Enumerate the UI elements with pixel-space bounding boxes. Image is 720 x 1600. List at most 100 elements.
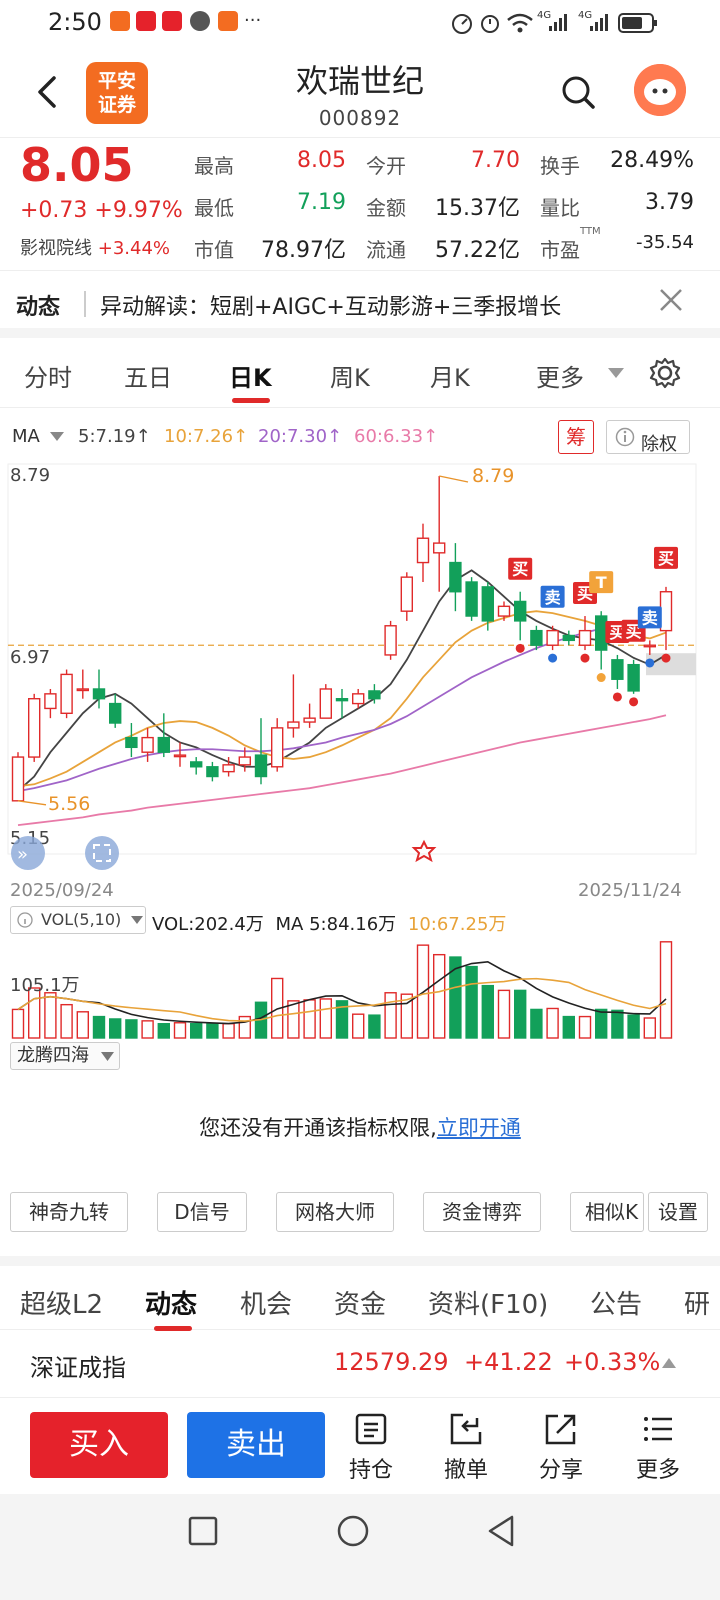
tool-capital-game[interactable]: 资金博弈 bbox=[423, 1192, 541, 1232]
tab-intraday[interactable]: 分时 bbox=[24, 358, 72, 393]
ma5-line bbox=[17, 569, 667, 792]
volume-indicator-selector[interactable]: VOL(5,10) bbox=[10, 906, 146, 934]
tool-similar-k[interactable]: 相似K bbox=[570, 1192, 644, 1232]
tab-super-l2[interactable]: 超级L2 bbox=[20, 1284, 103, 1321]
tab-five-day[interactable]: 五日 bbox=[124, 358, 172, 393]
svg-text:卖: 卖 bbox=[642, 608, 658, 627]
open-permission-link[interactable]: 立即开通 bbox=[437, 1116, 521, 1140]
volume-bar bbox=[11, 1008, 25, 1039]
tool-settings[interactable]: 设置 bbox=[648, 1192, 708, 1232]
max-price-marker: 8.79 bbox=[472, 465, 514, 487]
quote-label: 今开 bbox=[366, 154, 406, 178]
sell-button[interactable]: 卖出 bbox=[187, 1412, 325, 1478]
candle bbox=[271, 718, 284, 772]
index-value: 12579.29 bbox=[334, 1348, 449, 1376]
tool-d-signal[interactable]: D信号 bbox=[157, 1192, 247, 1232]
volume-bar bbox=[108, 1018, 122, 1039]
svg-text:T: T bbox=[596, 573, 607, 592]
recent-apps-icon[interactable] bbox=[188, 1516, 218, 1546]
system-nav-bar bbox=[0, 1494, 720, 1600]
permission-message: 您还没有开通该指标权限,立即开通 bbox=[199, 1116, 521, 1140]
tool-grid-master[interactable]: 网格大师 bbox=[276, 1192, 394, 1232]
volume-bar bbox=[157, 1023, 171, 1039]
tab-capital[interactable]: 资金 bbox=[334, 1284, 386, 1321]
index-name: 深证成指 bbox=[30, 1354, 126, 1382]
close-icon[interactable] bbox=[656, 285, 686, 315]
tab-more[interactable]: 更多 bbox=[536, 358, 584, 393]
app-notification-icon bbox=[110, 11, 130, 31]
y-axis-max-label: 8.79 bbox=[10, 465, 50, 486]
alarm-icon bbox=[481, 15, 499, 33]
back-icon[interactable] bbox=[486, 1514, 516, 1548]
status-bar: 2:50 ··· 4G 4G bbox=[0, 0, 720, 46]
info-icon bbox=[17, 912, 33, 928]
buy-button[interactable]: 买入 bbox=[30, 1412, 168, 1478]
expand-left-icon[interactable]: » bbox=[11, 836, 45, 870]
signal-icon bbox=[549, 14, 567, 31]
cancel-order-button[interactable]: 撤单 bbox=[426, 1412, 506, 1484]
dropdown-triangle-icon bbox=[101, 1052, 114, 1061]
index-ticker[interactable]: 深证成指 12579.29 +41.22 +0.33% bbox=[0, 1330, 720, 1398]
price-change: +0.73 +9.97% bbox=[20, 198, 183, 223]
quote-label: 金额 bbox=[366, 196, 406, 220]
home-icon[interactable] bbox=[336, 1514, 370, 1548]
volume-bar bbox=[352, 1013, 365, 1039]
tab-news[interactable]: 动态 bbox=[145, 1284, 197, 1321]
chart-frame bbox=[7, 463, 697, 855]
tab-weekly-k[interactable]: 周K bbox=[330, 358, 370, 393]
dropdown-triangle-icon[interactable] bbox=[608, 368, 624, 380]
end-date-label: 2025/11/24 bbox=[578, 880, 682, 901]
tab-monthly-k[interactable]: 月K bbox=[430, 358, 470, 393]
start-date-label: 2025/09/24 bbox=[10, 880, 114, 901]
ma-legend: MA 5:7.19↑ 10:7.26↑ 20:7.30↑ 60:6.33↑ 筹 … bbox=[0, 418, 720, 456]
volume-scale-label: 105.1万 bbox=[10, 975, 80, 996]
dropdown-triangle-icon[interactable] bbox=[50, 432, 64, 442]
volume-chart[interactable]: 105.1万 bbox=[0, 936, 720, 1046]
volume-bar bbox=[303, 999, 316, 1039]
volume-bar bbox=[141, 1020, 154, 1039]
candle bbox=[335, 688, 349, 719]
more-button[interactable]: 更多 bbox=[618, 1412, 698, 1484]
volume-bar bbox=[60, 1003, 73, 1039]
tab-f10[interactable]: 资料(F10) bbox=[428, 1284, 548, 1321]
sector-change[interactable]: 影视院线 +3.44% bbox=[20, 234, 170, 260]
candle bbox=[497, 601, 511, 621]
tab-daily-k[interactable]: 日K bbox=[229, 358, 272, 393]
quote-value: 28.49% bbox=[610, 148, 694, 173]
tab-opportunity[interactable]: 机会 bbox=[240, 1284, 292, 1321]
volume-bar bbox=[287, 1000, 300, 1039]
ma5-value: 5:7.19↑ bbox=[78, 426, 151, 447]
candle bbox=[76, 669, 90, 699]
volume-bar bbox=[319, 998, 332, 1039]
share-button[interactable]: 分享 bbox=[521, 1412, 601, 1484]
volume-bar bbox=[643, 1017, 656, 1039]
chip-distribution-button[interactable]: 筹 bbox=[558, 420, 594, 454]
ex-rights-button[interactable]: 除权 bbox=[606, 420, 690, 455]
min-marker-line bbox=[17, 800, 47, 806]
fullscreen-icon[interactable] bbox=[85, 836, 119, 870]
volume-bar bbox=[595, 1008, 608, 1039]
holdings-button[interactable]: 持仓 bbox=[331, 1412, 411, 1484]
volume-bar bbox=[497, 989, 511, 1039]
quote-value: 8.05 bbox=[297, 148, 346, 173]
news-ticker[interactable]: 动态 异动解读：短剧+AIGC+互动影游+三季报增长 bbox=[0, 270, 720, 338]
search-icon[interactable] bbox=[560, 74, 596, 110]
news-text[interactable]: 异动解读：短剧+AIGC+互动影游+三季报增长 bbox=[100, 289, 561, 321]
candle bbox=[44, 688, 57, 719]
assistant-avatar-icon[interactable] bbox=[634, 64, 686, 116]
quote-value: 78.97亿 bbox=[261, 238, 346, 263]
indicator-selector[interactable]: 龙腾四海 bbox=[10, 1042, 120, 1070]
ma-label[interactable]: MA bbox=[12, 426, 40, 447]
triangle-up-icon bbox=[662, 1358, 676, 1368]
event-star-icon[interactable] bbox=[411, 839, 437, 863]
tab-announcement[interactable]: 公告 bbox=[590, 1284, 642, 1321]
candlestick-chart[interactable]: 买卖买T买买卖买 8.79 6.97 5.15 8.79 5.56 2025/0… bbox=[0, 456, 720, 906]
divider bbox=[84, 291, 86, 317]
info-tabs: 超级L2 动态 机会 资金 资料(F10) 公告 研 bbox=[0, 1256, 720, 1331]
more-notifications-icon: ··· bbox=[244, 10, 262, 31]
tab-research[interactable]: 研 bbox=[684, 1284, 710, 1321]
gear-icon[interactable] bbox=[648, 356, 682, 390]
quote-label: 量比 bbox=[540, 196, 580, 220]
candle bbox=[60, 669, 73, 719]
tool-magic-nine[interactable]: 神奇九转 bbox=[10, 1192, 128, 1232]
